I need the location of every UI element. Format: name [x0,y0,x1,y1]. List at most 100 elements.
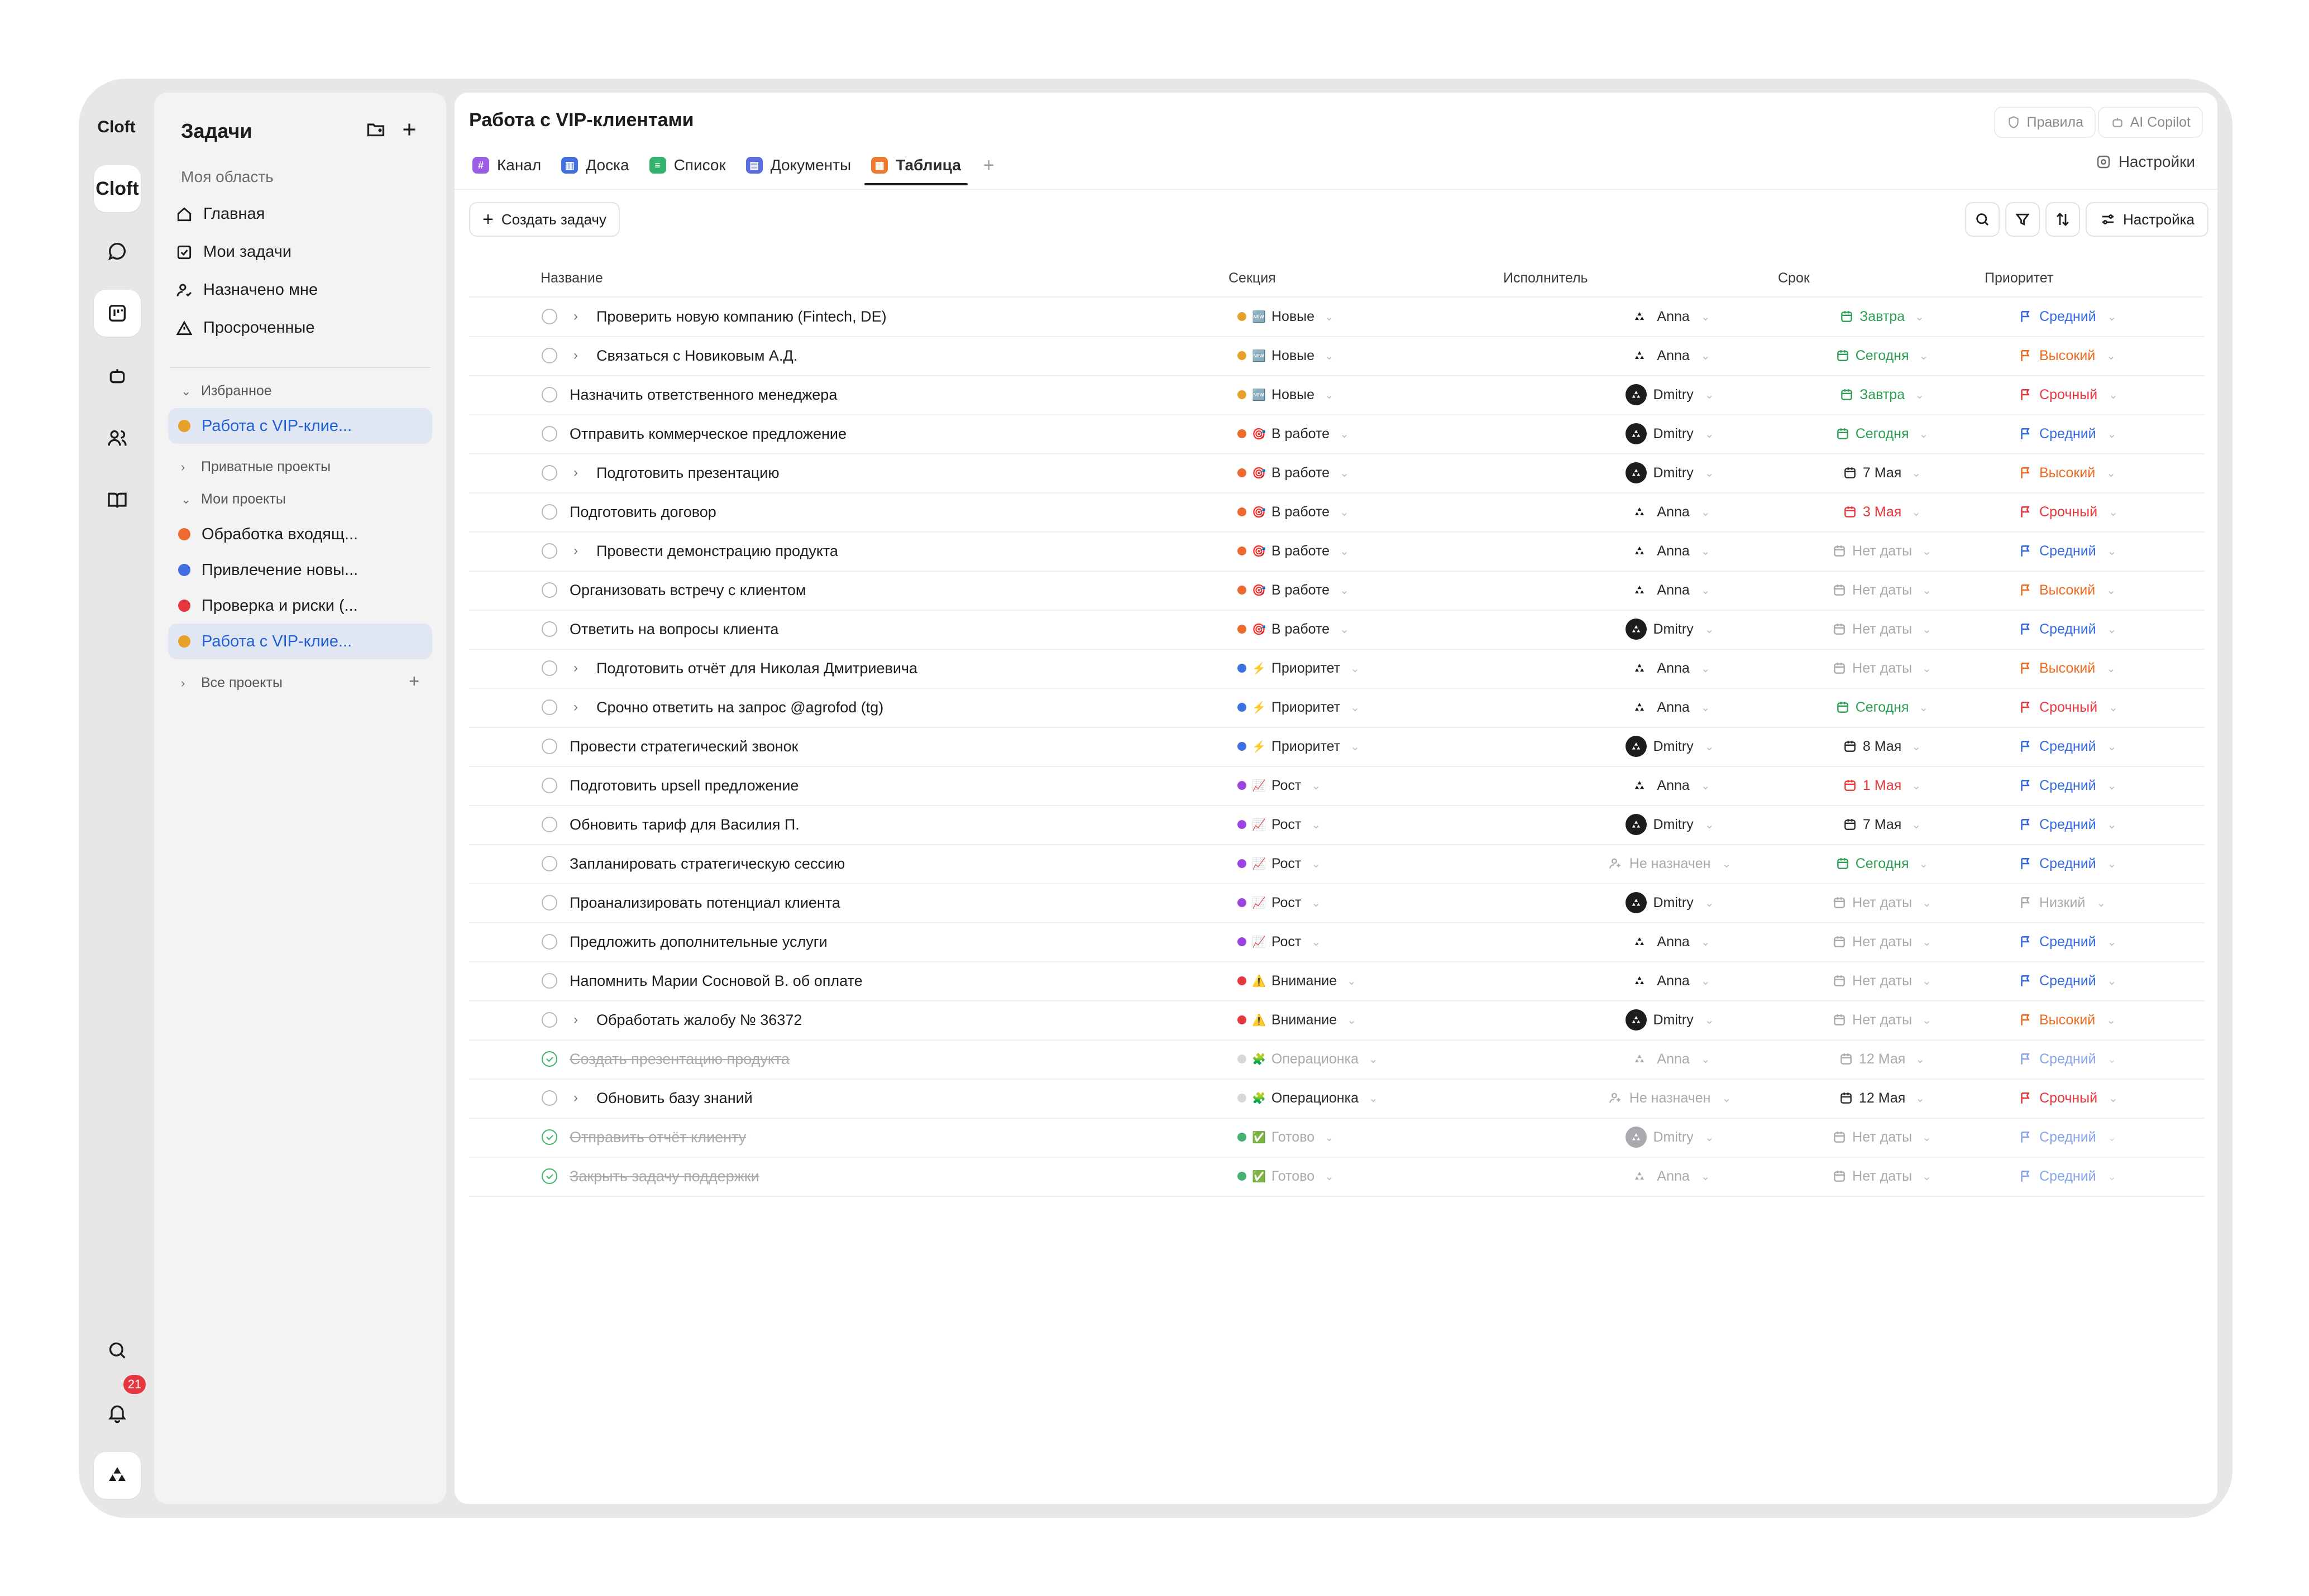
user-avatar-icon[interactable] [94,1452,141,1499]
section-cell[interactable]: ⚡ Приоритет ⌄ [1237,649,1360,688]
priority-cell[interactable]: Средний ⌄ [2018,414,2116,453]
task-complete-toggle[interactable] [542,1157,557,1196]
assignee-cell[interactable]: Anna ⌄ [1586,922,1753,961]
due-date-cell[interactable]: 12 Мая ⌄ [1798,1079,1966,1118]
bot-icon[interactable] [94,352,141,399]
due-date-cell[interactable]: Нет даты ⌄ [1798,922,1966,961]
assignee-cell[interactable]: Dmitry ⌄ [1586,453,1753,492]
assignee-cell[interactable]: Dmitry ⌄ [1586,414,1753,453]
due-date-cell[interactable]: Сегодня ⌄ [1798,336,1966,375]
table-row[interactable]: › Срочно ответить на запрос @agrofod (tg)… [469,688,2205,728]
priority-cell[interactable]: Высокий ⌄ [2018,453,2116,492]
assignee-cell[interactable]: Anna ⌄ [1586,649,1753,688]
task-complete-toggle[interactable] [542,1039,557,1079]
task-name[interactable]: Подготовить upsell предложение [570,766,799,805]
section-cell[interactable]: 🆕 Новые ⌄ [1237,375,1334,414]
column-header-priority[interactable]: Приоритет [1985,270,2053,286]
assignee-cell[interactable]: Anna ⌄ [1586,297,1753,336]
due-date-cell[interactable]: Нет даты ⌄ [1798,649,1966,688]
section-cell[interactable]: 🧩 Операционка ⌄ [1237,1039,1378,1079]
assignee-cell[interactable]: Dmitry ⌄ [1586,727,1753,766]
priority-cell[interactable]: Срочный ⌄ [2018,492,2118,531]
priority-cell[interactable]: Средний ⌄ [2018,1118,2116,1157]
task-complete-toggle[interactable] [542,453,557,492]
priority-cell[interactable]: Средний ⌄ [2018,1157,2116,1196]
column-header-due[interactable]: Срок [1778,270,1810,286]
due-date-cell[interactable]: Завтра ⌄ [1798,297,1966,336]
task-name[interactable]: Отправить отчёт клиенту [570,1118,746,1157]
task-name[interactable]: Обработать жалобу № 36372 [596,1000,802,1039]
column-header-section[interactable]: Секция [1228,270,1276,286]
table-row[interactable]: Создать презентацию продукта 🧩 Операционка… [469,1039,2205,1080]
sidebar-item-assigned[interactable]: Назначено мне [175,281,318,299]
due-date-cell[interactable]: Сегодня ⌄ [1798,844,1966,883]
task-name[interactable]: Подготовить отчёт для Николая Дмитриевич… [596,649,917,688]
due-date-cell[interactable]: 8 Мая ⌄ [1798,727,1966,766]
section-cell[interactable]: ⚠️ Внимание ⌄ [1237,961,1356,1000]
section-cell[interactable]: 🎯 В работе ⌄ [1237,492,1349,531]
section-cell[interactable]: ⚠️ Внимание ⌄ [1237,1000,1356,1039]
expand-subtasks-icon[interactable]: › [573,336,578,375]
table-row[interactable]: Закрыть задачу поддержки ✅ Готово ⌄ Anna ⌄ Нет… [469,1157,2205,1197]
sidebar-project[interactable]: Работа с VIP-клие... [168,624,432,659]
section-cell[interactable]: 🧩 Операционка ⌄ [1237,1079,1378,1118]
create-task-button[interactable]: + Создать задачу [469,202,620,237]
due-date-cell[interactable]: 3 Мая ⌄ [1798,492,1966,531]
column-header-name[interactable]: Название [541,270,603,286]
due-date-cell[interactable]: Нет даты ⌄ [1798,1157,1966,1196]
all-projects-group[interactable]: › Все проекты [181,675,283,691]
tab-table[interactable]: ▦ Таблица [861,148,971,185]
task-complete-toggle[interactable] [542,922,557,961]
sort-button[interactable] [2045,202,2080,237]
table-row[interactable]: Подготовить upsell предложение 📈 Рост ⌄ Anna… [469,766,2205,806]
task-complete-toggle[interactable] [542,610,557,649]
task-complete-toggle[interactable] [542,414,557,453]
assignee-cell[interactable]: Anna ⌄ [1586,688,1753,727]
tab-board[interactable]: ▥ Доска [551,148,639,182]
priority-cell[interactable]: Высокий ⌄ [2018,649,2116,688]
expand-subtasks-icon[interactable]: › [573,297,578,336]
due-date-cell[interactable]: Завтра ⌄ [1798,375,1966,414]
due-date-cell[interactable]: Сегодня ⌄ [1798,688,1966,727]
task-name[interactable]: Проверить новую компанию (Fintech, DE) [596,297,887,336]
task-complete-toggle[interactable] [542,766,557,805]
priority-cell[interactable]: Срочный ⌄ [2018,688,2118,727]
bell-icon[interactable] [94,1389,141,1436]
table-row[interactable]: Предложить дополнительные услуги 📈 Рост ⌄ An… [469,922,2205,962]
task-complete-toggle[interactable] [542,1000,557,1039]
table-row[interactable]: Подготовить договор 🎯 В работе ⌄ Anna ⌄ 3 Мая ⌄… [469,492,2205,533]
table-row[interactable]: Организовать встречу с клиентом 🎯 В работе… [469,571,2205,611]
favorite-project[interactable]: Работа с VIP-клие... [168,408,432,444]
tab-channel[interactable]: # Канал [462,148,551,182]
table-row[interactable]: › Проверить новую компанию (Fintech, DE) 🆕… [469,297,2205,337]
priority-cell[interactable]: Средний ⌄ [2018,961,2116,1000]
section-cell[interactable]: 🎯 В работе ⌄ [1237,571,1349,610]
task-complete-toggle[interactable] [542,805,557,844]
priority-cell[interactable]: Средний ⌄ [2018,844,2116,883]
section-cell[interactable]: ⚡ Приоритет ⌄ [1237,727,1360,766]
priority-cell[interactable]: Средний ⌄ [2018,1039,2116,1079]
book-icon[interactable] [94,477,141,524]
task-name[interactable]: Провести демонстрацию продукта [596,531,838,571]
assignee-cell[interactable]: Dmitry ⌄ [1586,1118,1753,1157]
table-row[interactable]: › Подготовить презентацию 🎯 В работе ⌄ Dmitry… [469,453,2205,493]
table-row[interactable]: Запланировать стратегическую сессию 📈 Рост… [469,844,2205,884]
section-cell[interactable]: ⚡ Приоритет ⌄ [1237,688,1360,727]
priority-cell[interactable]: Средний ⌄ [2018,766,2116,805]
section-cell[interactable]: 📈 Рост ⌄ [1237,844,1321,883]
expand-subtasks-icon[interactable]: › [573,453,578,492]
section-cell[interactable]: 📈 Рост ⌄ [1237,805,1321,844]
task-complete-toggle[interactable] [542,883,557,922]
priority-cell[interactable]: Средний ⌄ [2018,805,2116,844]
table-row[interactable]: Напомнить Марии Сосновой В. об оплате ⚠️ В… [469,961,2205,1001]
table-row[interactable]: Провести стратегический звонок ⚡ Приоритет… [469,727,2205,767]
people-icon[interactable] [94,415,141,462]
task-name[interactable]: Предложить дополнительные услуги [570,922,828,961]
assignee-cell[interactable]: Anna ⌄ [1586,571,1753,610]
section-cell[interactable]: ✅ Готово ⌄ [1237,1157,1334,1196]
priority-cell[interactable]: Средний ⌄ [2018,922,2116,961]
due-date-cell[interactable]: Нет даты ⌄ [1798,571,1966,610]
task-complete-toggle[interactable] [542,297,557,336]
filter-button[interactable] [2005,202,2040,237]
assignee-cell[interactable]: Не назначен ⌄ [1586,844,1753,883]
